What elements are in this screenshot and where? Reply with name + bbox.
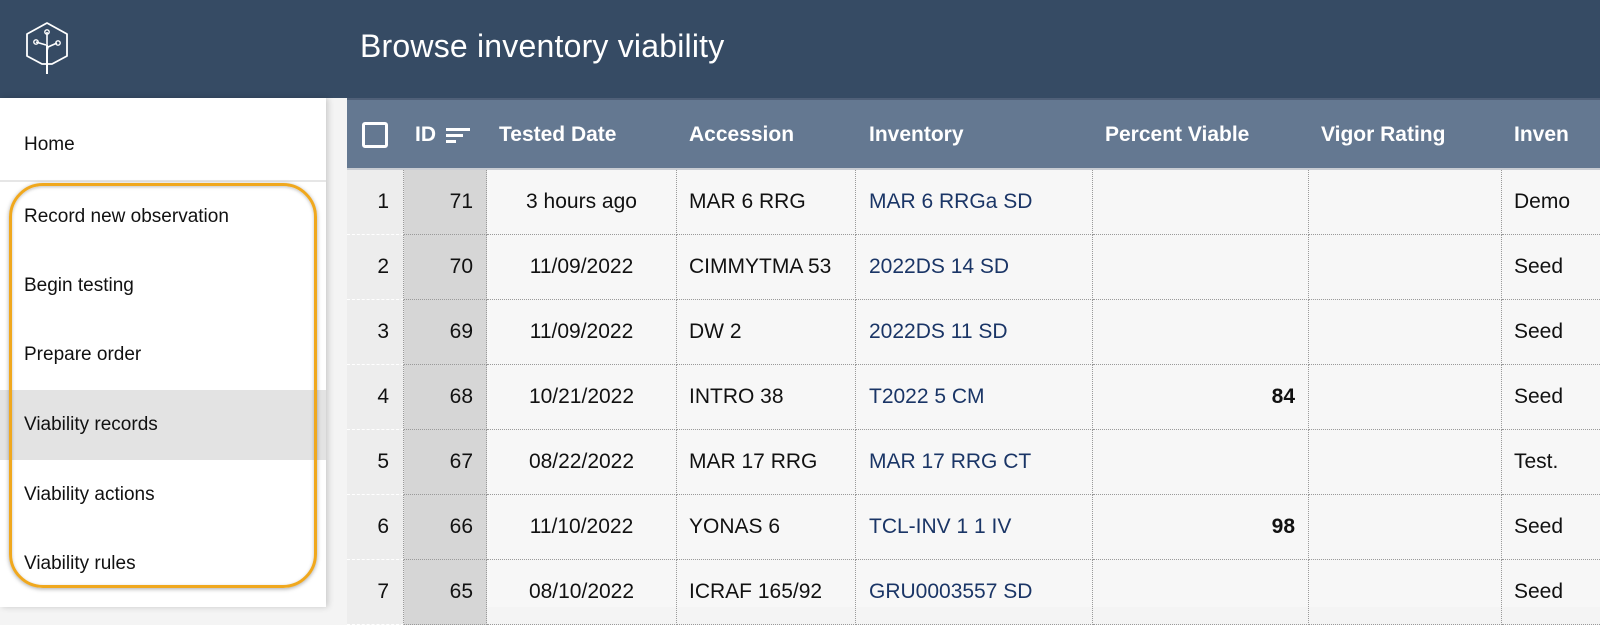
percent-viable-cell[interactable] [1093, 170, 1309, 235]
vigor-rating-cell[interactable] [1309, 300, 1502, 365]
checkbox-icon[interactable] [362, 122, 388, 148]
vigor-rating-cell[interactable] [1309, 170, 1502, 235]
inventory-link[interactable]: MAR 17 RRG CT [856, 430, 1093, 495]
sidebar-item-begin-testing[interactable]: Begin testing [0, 251, 326, 321]
tree-hexagon-logo-icon[interactable] [24, 20, 70, 76]
row-number-cell: 5 [347, 430, 404, 495]
sort-descending-icon[interactable] [446, 126, 470, 144]
row-number-cell: 3 [347, 300, 404, 365]
column-header-tested-date[interactable]: Tested Date [499, 100, 616, 170]
sidebar-item-viability-records[interactable]: Viability records [0, 390, 326, 460]
percent-viable-cell[interactable]: 98 [1093, 495, 1309, 560]
accession-cell[interactable]: CIMMYTMA 53 [677, 235, 856, 300]
column-header-inventory[interactable]: Inventory [869, 100, 964, 170]
table-row[interactable]: 5 67 08/22/2022 MAR 17 RRG MAR 17 RRG CT Test… [347, 430, 1600, 495]
row-number-cell: 2 [347, 235, 404, 300]
column-header-vigor-rating[interactable]: Vigor Rating [1321, 100, 1445, 170]
vigor-rating-cell[interactable] [1309, 235, 1502, 300]
table-row[interactable]: 4 68 10/21/2022 INTRO 38 T2022 5 CM 84 Seed [347, 365, 1600, 430]
vigor-rating-cell[interactable] [1309, 560, 1502, 625]
column-header-inventory-type[interactable]: Inven [1514, 100, 1569, 170]
tested-date-cell[interactable]: 3 hours ago [487, 170, 677, 235]
row-number-cell: 4 [347, 365, 404, 430]
id-cell[interactable]: 69 [404, 300, 487, 365]
row-number-cell: 6 [347, 495, 404, 560]
inventory-link[interactable]: T2022 5 CM [856, 365, 1093, 430]
accession-cell[interactable]: YONAS 6 [677, 495, 856, 560]
id-cell[interactable]: 65 [404, 560, 487, 625]
sidebar-item-viability-rules[interactable]: Viability rules [0, 529, 326, 599]
column-header-accession[interactable]: Accession [689, 100, 794, 170]
percent-viable-cell[interactable]: 84 [1093, 365, 1309, 430]
inventory-link[interactable]: 2022DS 11 SD [856, 300, 1093, 365]
percent-viable-cell[interactable] [1093, 430, 1309, 495]
top-app-bar: Browse inventory viability [0, 0, 1600, 98]
viability-data-grid: ID Tested Date Accession Inventory Perce… [347, 98, 1600, 625]
table-row[interactable]: 7 65 08/10/2022 ICRAF 165/92 GRU0003557 SD Se… [347, 560, 1600, 625]
inventory-type-cell[interactable]: Seed [1502, 560, 1600, 625]
percent-viable-cell[interactable] [1093, 235, 1309, 300]
column-header-id-label: ID [415, 123, 436, 146]
tested-date-cell[interactable]: 11/09/2022 [487, 300, 677, 365]
tested-date-cell[interactable]: 08/10/2022 [487, 560, 677, 625]
vigor-rating-cell[interactable] [1309, 495, 1502, 560]
inventory-type-cell[interactable]: Demo [1502, 170, 1600, 235]
table-row[interactable]: 3 69 11/09/2022 DW 2 2022DS 11 SD Seed [347, 300, 1600, 365]
vigor-rating-cell[interactable] [1309, 365, 1502, 430]
inventory-type-cell[interactable]: Seed [1502, 235, 1600, 300]
inventory-type-cell[interactable]: Seed [1502, 365, 1600, 430]
inventory-type-cell[interactable]: Seed [1502, 300, 1600, 365]
accession-cell[interactable]: ICRAF 165/92 [677, 560, 856, 625]
sidebar-item-prepare-order[interactable]: Prepare order [0, 320, 326, 390]
inventory-link[interactable]: TCL-INV 1 1 IV [856, 495, 1093, 560]
sidebar-item-home[interactable]: Home [0, 110, 326, 180]
row-number-cell: 7 [347, 560, 404, 625]
table-row[interactable]: 6 66 11/10/2022 YONAS 6 TCL-INV 1 1 IV 98 Seed [347, 495, 1600, 560]
column-header-id[interactable]: ID [415, 100, 470, 170]
row-number-cell: 1 [347, 170, 404, 235]
id-cell[interactable]: 70 [404, 235, 487, 300]
accession-cell[interactable]: MAR 17 RRG [677, 430, 856, 495]
id-cell[interactable]: 67 [404, 430, 487, 495]
id-cell[interactable]: 71 [404, 170, 487, 235]
tested-date-cell[interactable]: 10/21/2022 [487, 365, 677, 430]
vigor-rating-cell[interactable] [1309, 430, 1502, 495]
accession-cell[interactable]: DW 2 [677, 300, 856, 365]
sidebar-item-viability-actions[interactable]: Viability actions [0, 460, 326, 530]
tested-date-cell[interactable]: 11/09/2022 [487, 235, 677, 300]
id-cell[interactable]: 68 [404, 365, 487, 430]
inventory-link[interactable]: GRU0003557 SD [856, 560, 1093, 625]
accession-cell[interactable]: MAR 6 RRG [677, 170, 856, 235]
percent-viable-cell[interactable] [1093, 300, 1309, 365]
page-title: Browse inventory viability [360, 28, 725, 64]
tested-date-cell[interactable]: 08/22/2022 [487, 430, 677, 495]
id-cell[interactable]: 66 [404, 495, 487, 560]
grid-header-row: ID Tested Date Accession Inventory Perce… [347, 98, 1600, 170]
sidebar-item-record-new-observation[interactable]: Record new observation [0, 182, 326, 252]
column-header-percent-viable[interactable]: Percent Viable [1105, 100, 1249, 170]
table-row[interactable]: 1 71 3 hours ago MAR 6 RRG MAR 6 RRGa SD Demo [347, 170, 1600, 235]
sidebar-nav: Home Record new observation Begin testin… [0, 98, 326, 607]
tested-date-cell[interactable]: 11/10/2022 [487, 495, 677, 560]
accession-cell[interactable]: INTRO 38 [677, 365, 856, 430]
table-row[interactable]: 2 70 11/09/2022 CIMMYTMA 53 2022DS 14 SD Seed [347, 235, 1600, 300]
inventory-link[interactable]: MAR 6 RRGa SD [856, 170, 1093, 235]
inventory-link[interactable]: 2022DS 14 SD [856, 235, 1093, 300]
percent-viable-cell[interactable] [1093, 560, 1309, 625]
inventory-type-cell[interactable]: Seed [1502, 495, 1600, 560]
inventory-type-cell[interactable]: Test. [1502, 430, 1600, 495]
